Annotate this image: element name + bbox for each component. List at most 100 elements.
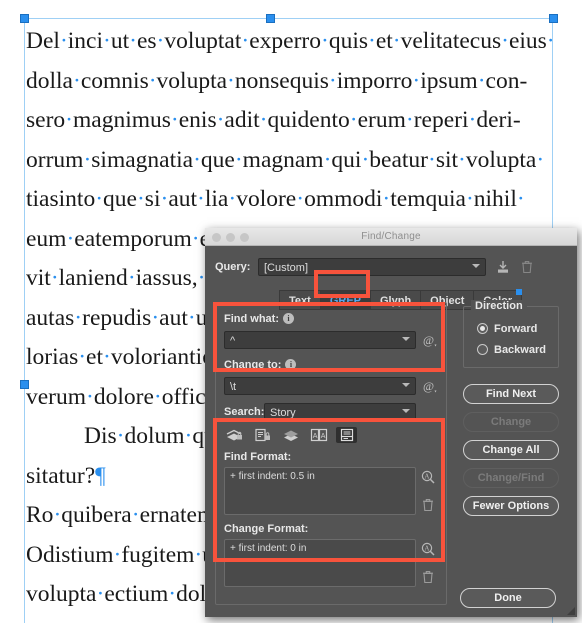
svg-text:A: A xyxy=(320,433,325,440)
query-label: Query: xyxy=(215,261,251,273)
space-mark-icon: · xyxy=(127,265,136,291)
space-mark-icon: · xyxy=(516,186,525,212)
change-to-input[interactable]: \t xyxy=(224,377,416,395)
find-what-special-chars-icon[interactable]: @ xyxy=(422,333,438,347)
find-format-value: + first indent: 0.5 in xyxy=(230,471,315,482)
space-mark-icon: · xyxy=(392,28,401,54)
space-mark-icon: · xyxy=(216,107,225,133)
chevron-down-icon[interactable] xyxy=(402,337,410,341)
space-mark-icon: · xyxy=(156,28,165,54)
dialog-titlebar[interactable]: Find/Change xyxy=(205,228,577,246)
radio-backward[interactable]: Backward xyxy=(477,344,546,356)
query-value: [Custom] xyxy=(264,262,309,274)
find-format-specify-attributes-icon[interactable]: A xyxy=(420,469,436,485)
svg-text:@: @ xyxy=(423,379,434,393)
change-format-specify-attributes-icon[interactable]: A xyxy=(420,541,436,557)
space-mark-icon: · xyxy=(148,67,157,94)
radio-forward-icon[interactable] xyxy=(477,323,488,334)
find-next-button[interactable]: Find Next xyxy=(463,384,559,404)
space-mark-icon: · xyxy=(361,146,370,173)
space-mark-icon: · xyxy=(296,186,305,212)
change-all-button[interactable]: Change All xyxy=(463,440,559,460)
space-mark-icon: · xyxy=(103,28,111,54)
change-format-box[interactable]: + first indent: 0 in xyxy=(224,539,416,587)
space-mark-icon: · xyxy=(501,28,509,54)
space-mark-icon: · xyxy=(129,28,137,54)
radio-backward-icon[interactable] xyxy=(477,344,488,355)
space-mark-icon: · xyxy=(53,502,62,528)
space-mark-icon: · xyxy=(73,67,81,94)
space-mark-icon: · xyxy=(259,107,268,133)
color-tab-badge-icon xyxy=(516,289,523,295)
dialog-title: Find/Change xyxy=(361,231,421,242)
change-to-label: Change to: i xyxy=(224,359,297,371)
find-what-value: ^ xyxy=(230,335,236,347)
space-mark-icon: · xyxy=(412,67,421,94)
space-mark-icon: · xyxy=(193,146,201,173)
change-format-label: Change Format: xyxy=(224,523,309,535)
space-mark-icon: · xyxy=(74,304,83,331)
find-format-box[interactable]: + first indent: 0.5 in xyxy=(224,467,416,515)
space-mark-icon: · xyxy=(428,146,436,173)
document-line: dolla·comnis·volupta·nonsequis·imporro·i… xyxy=(26,67,528,94)
info-icon[interactable]: i xyxy=(285,359,297,370)
space-mark-icon: · xyxy=(405,107,414,133)
resize-grip-icon[interactable] xyxy=(566,606,576,616)
include-locked-stories-icon[interactable] xyxy=(252,427,273,443)
document-line: orrum·simagnatia·que·magnam·qui·beatur·s… xyxy=(26,146,545,173)
include-footnotes-icon[interactable] xyxy=(336,427,357,443)
scope-toggle-row[interactable]: A A xyxy=(224,427,357,443)
include-hidden-layers-icon[interactable] xyxy=(280,427,301,443)
change-to-value: \t xyxy=(230,381,237,393)
done-button[interactable]: Done xyxy=(460,588,556,608)
space-mark-icon: · xyxy=(66,225,75,252)
space-mark-icon: · xyxy=(96,581,105,607)
space-mark-icon: · xyxy=(458,146,466,173)
pilcrow-icon: ¶ xyxy=(95,462,106,489)
space-mark-icon: · xyxy=(536,146,545,173)
find-what-input[interactable]: ^ xyxy=(224,331,416,349)
space-mark-icon: · xyxy=(349,107,358,133)
include-locked-layers-icon[interactable] xyxy=(224,427,245,443)
change-to-special-chars-icon[interactable]: @ xyxy=(422,379,438,393)
space-mark-icon: · xyxy=(241,28,250,54)
save-query-icon[interactable] xyxy=(495,259,511,275)
search-options-panel: Find what: i ^ @ Change to: i \t @ Searc… xyxy=(215,302,447,605)
space-mark-icon: · xyxy=(228,186,237,212)
chevron-down-icon[interactable] xyxy=(402,383,410,387)
svg-text:A: A xyxy=(424,545,429,553)
space-mark-icon: · xyxy=(65,107,73,133)
space-mark-icon: · xyxy=(227,67,235,94)
space-mark-icon: · xyxy=(50,265,59,291)
search-scope-dropdown[interactable]: Story xyxy=(264,403,416,421)
space-mark-icon: · xyxy=(59,28,68,54)
svg-text:A: A xyxy=(424,473,429,481)
space-mark-icon: · xyxy=(136,186,145,212)
right-controls-column: Direction Forward Backward Find Next Cha… xyxy=(455,300,567,605)
space-mark-icon: · xyxy=(78,344,87,370)
svg-text:A: A xyxy=(312,433,317,440)
find-format-clear-icon[interactable] xyxy=(420,497,436,513)
space-mark-icon: · xyxy=(191,225,200,252)
space-mark-icon: · xyxy=(194,541,203,568)
fewer-options-button[interactable]: Fewer Options xyxy=(463,496,559,516)
space-mark-icon: · xyxy=(234,146,243,173)
space-mark-icon: · xyxy=(468,107,477,133)
find-what-label: Find what: i xyxy=(224,313,294,325)
radio-forward[interactable]: Forward xyxy=(477,323,537,335)
change-format-clear-icon[interactable] xyxy=(420,569,436,585)
space-mark-icon: · xyxy=(197,186,205,212)
info-icon[interactable]: i xyxy=(283,313,294,324)
trash-icon[interactable] xyxy=(519,259,535,275)
query-dropdown[interactable]: [Custom] xyxy=(258,258,486,276)
space-mark-icon: · xyxy=(323,146,332,173)
space-mark-icon: · xyxy=(477,67,486,94)
query-row: Query: [Custom] xyxy=(215,258,567,276)
space-mark-icon: · xyxy=(187,304,196,331)
space-mark-icon: · xyxy=(170,107,179,133)
space-mark-icon: · xyxy=(83,146,92,173)
include-master-pages-icon[interactable]: A A xyxy=(308,427,329,443)
space-mark-icon: · xyxy=(160,186,169,212)
find-change-dialog[interactable]: Find/Change Query: [Custom] Text GREP Gl… xyxy=(205,228,577,617)
direction-label: Direction xyxy=(471,300,527,312)
